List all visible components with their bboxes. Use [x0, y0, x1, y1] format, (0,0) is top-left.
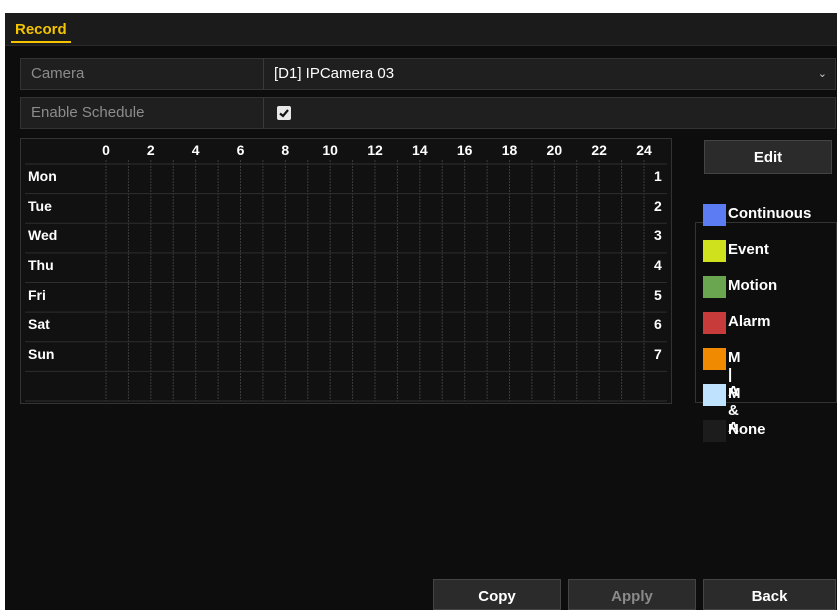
day-number-label: 4 — [654, 256, 662, 273]
enable-schedule-label: Enable Schedule — [31, 104, 145, 121]
camera-label: Camera — [31, 65, 85, 82]
day-label: Tue — [28, 197, 52, 214]
hour-label: 4 — [191, 142, 200, 158]
legend-label: Alarm — [728, 313, 771, 330]
tab-record[interactable]: Record — [11, 19, 71, 43]
hour-label: 8 — [281, 142, 290, 158]
legend-swatch — [703, 204, 726, 226]
hour-label: 24 — [636, 142, 652, 158]
apply-button[interactable]: Apply — [568, 579, 696, 610]
hour-label: 20 — [546, 142, 563, 158]
legend-swatch — [703, 240, 726, 262]
day-label: Sat — [28, 316, 50, 333]
legend-swatch — [703, 420, 726, 442]
legend-label: None — [728, 421, 766, 438]
hour-label: 16 — [456, 142, 473, 158]
legend-label: Continuous — [728, 205, 812, 222]
legend-label: Motion — [728, 277, 778, 294]
hour-label: 22 — [591, 142, 607, 158]
hour-label: 10 — [322, 142, 338, 158]
day-number-label: 2 — [654, 197, 662, 214]
edit-button[interactable]: Edit — [704, 140, 832, 174]
camera-select[interactable]: [D1] IPCamera 03 — [274, 59, 394, 89]
hour-label: 6 — [236, 142, 245, 158]
record-window: Record Camera [D1] IPCamera 03 ⌄ Enable … — [5, 13, 837, 610]
camera-row: Camera [D1] IPCamera 03 ⌄ — [20, 58, 836, 90]
schedule-grid-lines — [25, 160, 667, 402]
hour-label: 14 — [412, 142, 428, 158]
hour-label: 0 — [102, 142, 110, 158]
divider — [263, 98, 264, 128]
day-label: Sun — [28, 345, 55, 362]
legend-swatch — [703, 384, 726, 406]
day-number-label: 5 — [654, 286, 662, 303]
back-button[interactable]: Back — [703, 579, 836, 610]
schedule-grid[interactable]: 0 2 4 6 8 10 12 14 16 18 20 22 24 Mon 1 Tue 2 Wed 3 Thu 4 Fr… — [20, 138, 672, 404]
title-bar: Record — [5, 13, 837, 46]
day-number-label: 3 — [654, 227, 662, 244]
hour-label: 2 — [146, 142, 155, 158]
legend-swatch — [703, 312, 726, 334]
day-label: Thu — [28, 256, 54, 273]
hour-label: 12 — [367, 142, 383, 158]
enable-schedule-row: Enable Schedule — [20, 97, 836, 129]
hour-label: 18 — [501, 142, 518, 158]
day-number-label: 1 — [654, 168, 662, 184]
enable-schedule-checkbox[interactable] — [277, 106, 291, 120]
copy-button[interactable]: Copy — [433, 579, 561, 610]
chevron-down-icon[interactable]: ⌄ — [818, 59, 827, 89]
legend-label: Event — [728, 241, 769, 258]
day-label: Fri — [28, 286, 46, 303]
day-number-label: 7 — [654, 345, 662, 362]
divider — [263, 59, 264, 89]
day-number-label: 6 — [654, 316, 662, 333]
day-label: Wed — [28, 227, 58, 244]
day-label: Mon — [28, 168, 57, 184]
legend-swatch — [703, 276, 726, 298]
legend-swatch — [703, 348, 726, 370]
checkmark-icon — [279, 109, 289, 118]
